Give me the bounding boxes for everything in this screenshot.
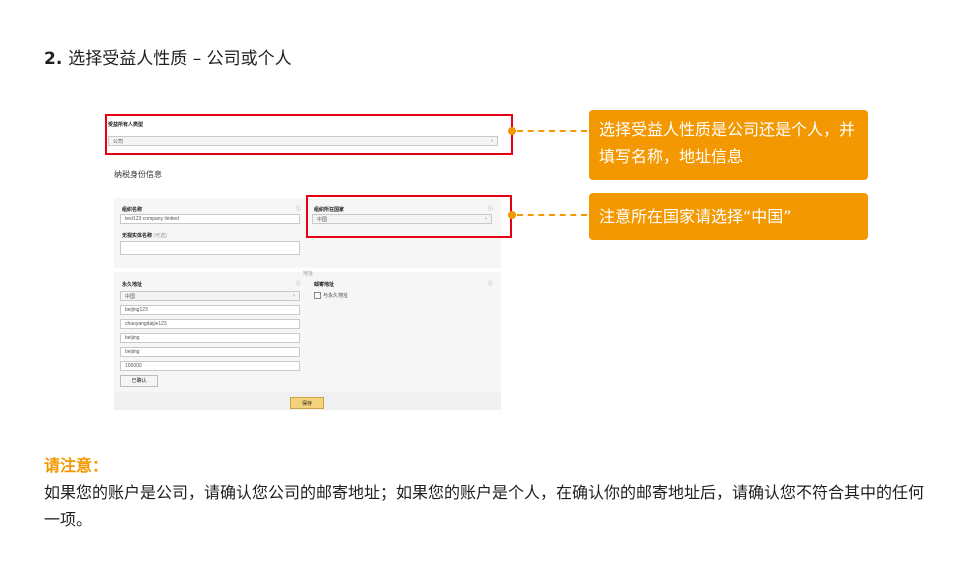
same-address-checkbox[interactable]: 与永久地址	[314, 292, 349, 300]
optional-tag: (可选)	[153, 233, 167, 239]
city-value: beijing	[125, 335, 140, 341]
connector-dot	[508, 127, 516, 135]
province-input[interactable]: beijing	[120, 347, 300, 357]
info-icon: ⓘ	[488, 281, 494, 287]
save-button[interactable]: 保存	[290, 397, 324, 409]
org-name-input[interactable]: test123 company limited	[120, 214, 300, 224]
same-address-text: 与永久地址	[323, 293, 349, 299]
form-screenshot: 受益所有人类型 公司 › 纳税身份信息 组织名称 ⓘ test123 compa…	[100, 110, 505, 410]
connector-line	[517, 130, 587, 132]
step-title: 2. 选择受益人性质 – 公司或个人	[44, 44, 292, 69]
permanent-country-value: 中国	[125, 294, 136, 300]
step-number: 2.	[44, 49, 63, 69]
address-line-input[interactable]: beijing123	[120, 305, 300, 315]
step-title-text: 选择受益人性质 – 公司或个人	[68, 49, 292, 69]
note-title: 请注意：	[44, 456, 109, 475]
info-icon: ⓘ	[296, 281, 302, 287]
address-line-value: chaoyangdaijie123	[125, 321, 167, 327]
chevron-down-icon: ›	[293, 293, 295, 299]
province-value: beijing	[125, 349, 140, 355]
org-name-value: test123 company limited	[125, 216, 179, 222]
address-panel	[114, 272, 501, 392]
disregarded-entity-text: 无视实体名称	[122, 233, 153, 239]
permanent-country-select[interactable]: 中国 ›	[120, 291, 300, 301]
address-line-value: beijing123	[125, 307, 148, 313]
permanent-address-label: 永久地址	[122, 282, 143, 288]
address-line-input[interactable]: chaoyangdaijie123	[120, 319, 300, 329]
callout-country: 注意所在国家请选择“中国”	[589, 193, 868, 240]
connector-line	[517, 214, 587, 216]
mailing-address-label: 邮寄地址	[314, 282, 335, 288]
note-body: 如果您的账户是公司，请确认您公司的邮寄地址；如果您的账户是个人，在确认你的邮寄地…	[44, 483, 925, 529]
section-title: 纳税身份信息	[114, 170, 162, 179]
address-divider: 地址	[303, 271, 314, 277]
callout-type: 选择受益人性质是公司还是个人，并填写名称，地址信息	[589, 110, 868, 180]
connector-dot	[508, 211, 516, 219]
highlight-type-box	[105, 114, 513, 155]
disregarded-entity-input[interactable]	[120, 241, 300, 255]
postal-code-input[interactable]: 100000	[120, 361, 300, 371]
city-input[interactable]: beijing	[120, 333, 300, 343]
postal-code-value: 100000	[125, 363, 142, 369]
highlight-country-box	[306, 195, 512, 238]
checkbox-icon	[314, 292, 321, 300]
confirm-address-button[interactable]: 已确认	[120, 375, 158, 387]
org-name-label: 组织名称	[122, 207, 143, 213]
disregarded-entity-label: 无视实体名称 (可选)	[122, 232, 167, 239]
info-icon: ⓘ	[296, 206, 302, 212]
